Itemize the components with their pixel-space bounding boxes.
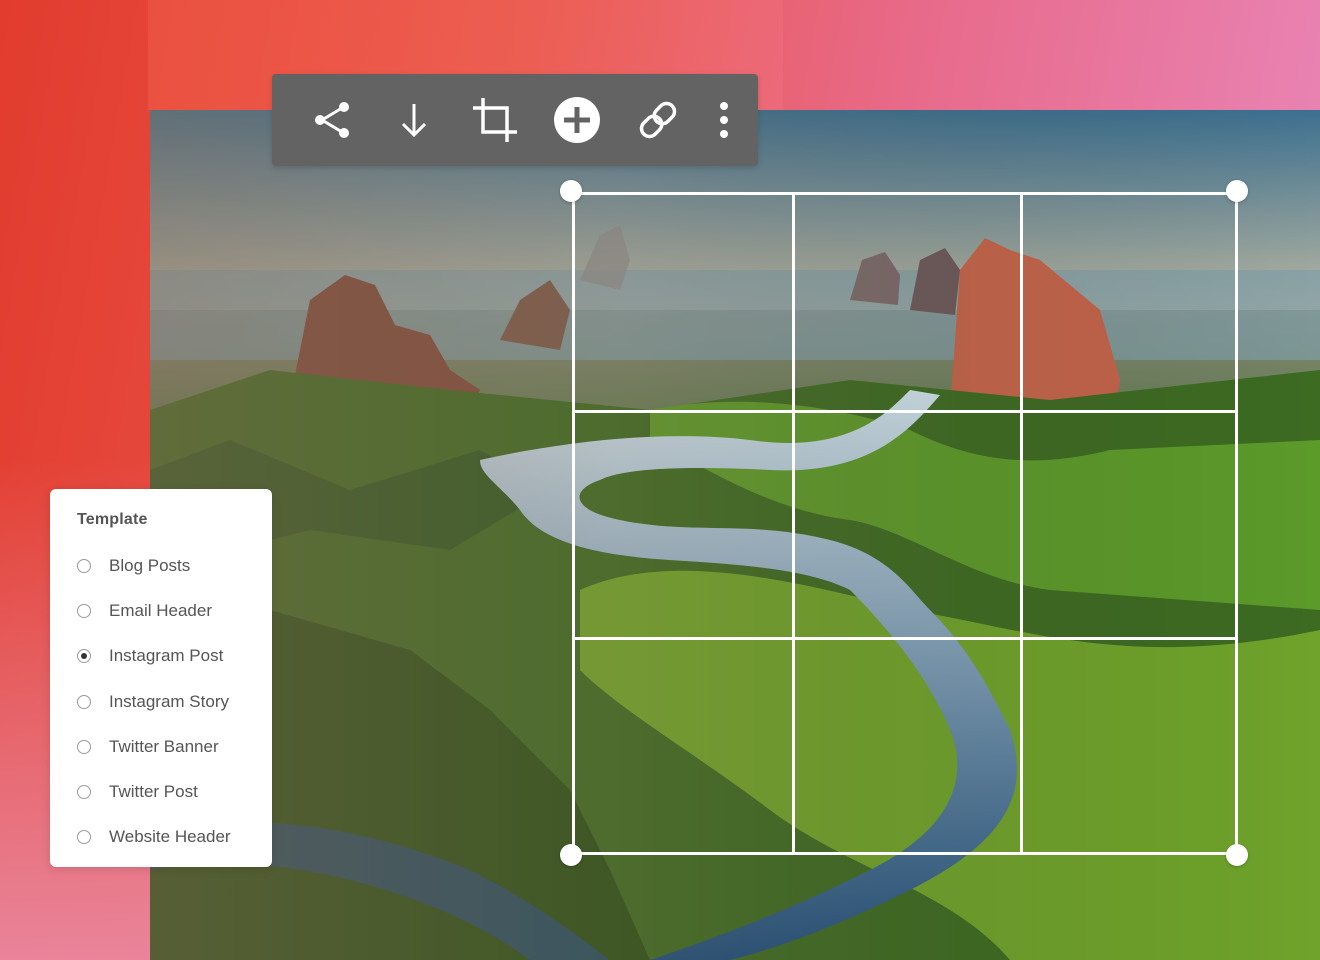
crop-handle-top-left[interactable] <box>560 180 582 202</box>
option-label: Email Header <box>109 600 212 620</box>
radio-button[interactable] <box>77 558 91 573</box>
option-label: Twitter Banner <box>109 736 219 756</box>
crop-grid-line <box>1020 195 1023 852</box>
option-label: Instagram Story <box>109 691 229 711</box>
crop-icon <box>473 98 518 142</box>
add-icon <box>553 97 600 143</box>
share-icon <box>315 102 349 138</box>
crop-grid-line <box>792 195 795 852</box>
link-button[interactable] <box>632 94 684 146</box>
crop-grid-line <box>575 410 1235 413</box>
link-icon <box>640 101 677 139</box>
radio-button[interactable] <box>77 739 91 754</box>
radio-button[interactable] <box>77 830 91 845</box>
crop-frame[interactable] <box>572 192 1238 855</box>
crop-handle-bottom-right[interactable] <box>1226 844 1248 866</box>
radio-button[interactable] <box>77 603 91 618</box>
more-options-button[interactable] <box>714 94 734 146</box>
crop-grid-line <box>575 637 1235 640</box>
crop-button[interactable] <box>469 94 521 146</box>
option-label: Instagram Post <box>109 646 224 666</box>
template-option-instagram-post[interactable]: Instagram Post <box>77 634 272 679</box>
add-button[interactable] <box>551 94 603 146</box>
download-button[interactable] <box>388 94 440 146</box>
template-option-twitter-banner[interactable]: Twitter Banner <box>77 724 272 769</box>
template-option-email-header[interactable]: Email Header <box>77 588 272 633</box>
crop-handle-top-right[interactable] <box>1226 180 1248 202</box>
option-label: Website Header <box>109 827 231 847</box>
radio-button[interactable] <box>77 785 91 800</box>
crop-handle-bottom-left[interactable] <box>560 844 582 866</box>
option-label: Twitter Post <box>109 782 198 802</box>
radio-button-selected[interactable] <box>77 649 91 664</box>
download-icon <box>401 104 426 138</box>
template-option-instagram-story[interactable]: Instagram Story <box>77 679 272 724</box>
template-option-blog-posts[interactable]: Blog Posts <box>77 543 272 588</box>
image-toolbar <box>272 74 758 166</box>
template-title: Template <box>77 511 148 528</box>
template-panel: Template Blog Posts Email Header Instagr… <box>50 489 272 867</box>
template-option-twitter-post[interactable]: Twitter Post <box>77 769 272 814</box>
radio-button[interactable] <box>77 694 91 709</box>
more-vertical-icon <box>719 102 728 138</box>
template-option-website-header[interactable]: Website Header <box>77 815 272 860</box>
share-button[interactable] <box>306 94 358 146</box>
option-label: Blog Posts <box>109 555 191 575</box>
